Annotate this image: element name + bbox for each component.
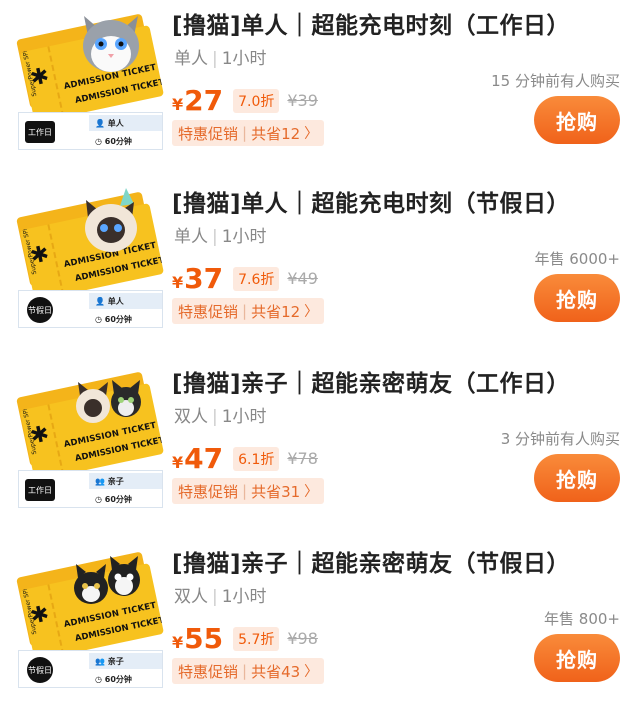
clock-icon: ◷ (95, 136, 102, 146)
social-proof: 年售 6000+ (534, 250, 620, 268)
two-cats-icon (76, 380, 141, 423)
discount-badge: 7.6折 (233, 267, 280, 291)
ticket-info-bar: 节假日 👤 单人 ◷ 60分钟 (18, 290, 163, 328)
product-spec: 单人 | 1小时 (174, 227, 267, 247)
ticket-type: 👥 亲子 (89, 653, 162, 669)
ticket-duration: ◷ 60分钟 (95, 674, 132, 684)
chevron-right-icon: 〉 (304, 304, 319, 320)
original-price: ¥98 (287, 629, 318, 648)
buy-button[interactable]: 抢购 (534, 634, 620, 682)
family-icon: 👥 (95, 656, 105, 666)
person-icon: 👤 (95, 296, 105, 306)
ticket-duration: ◷ 60分钟 (95, 314, 132, 324)
social-proof: 15 分钟前有人购买 (491, 72, 620, 90)
ticket-info-bar: 节假日 👥 亲子 ◷ 60分钟 (18, 650, 163, 688)
ticket-type: 👤 单人 (89, 293, 162, 309)
price: 37 (184, 262, 224, 295)
promo-badge[interactable]: 特惠促销 | 共省43 〉 (172, 658, 325, 684)
price-row: ¥ 55 5.7折 ¥98 (172, 622, 318, 655)
product-title[interactable]: [撸猫]单人｜超能充电时刻（工作日） (172, 6, 570, 40)
product-title[interactable]: [撸猫]亲子｜超能亲密萌友（工作日） (172, 364, 570, 398)
original-price: ¥39 (287, 91, 318, 110)
chevron-right-icon: 〉 (304, 126, 319, 142)
product-card[interactable]: ✱ SuperPower SPECKS ADMISSION TICKET ADM… (0, 538, 640, 702)
original-price: ¥78 (287, 449, 318, 468)
buy-button[interactable]: 抢购 (534, 96, 620, 144)
product-title[interactable]: [撸猫]亲子｜超能亲密萌友（节假日） (172, 544, 570, 578)
cat-party-hat-icon (85, 188, 137, 252)
promo-badge[interactable]: 特惠促销 | 共省31 〉 (172, 478, 325, 504)
discount-badge: 7.0折 (233, 89, 280, 113)
day-tag: 工作日 (25, 121, 55, 143)
product-title[interactable]: [撸猫]单人｜超能充电时刻（节假日） (172, 184, 570, 218)
social-proof: 3 分钟前有人购买 (500, 430, 620, 448)
discount-badge: 6.1折 (233, 447, 280, 471)
chevron-right-icon: 〉 (304, 664, 319, 680)
product-spec: 双人 | 1小时 (174, 407, 267, 427)
clock-icon: ◷ (95, 314, 102, 324)
buy-button[interactable]: 抢购 (534, 274, 620, 322)
product-spec: 双人 | 1小时 (174, 587, 267, 607)
price-row: ¥ 27 7.0折 ¥39 (172, 84, 318, 117)
ticket-info-bar: 工作日 👥 亲子 ◷ 60分钟 (18, 470, 163, 508)
chevron-right-icon: 〉 (304, 484, 319, 500)
two-tuxedo-cats-icon (74, 556, 140, 604)
price: 27 (184, 84, 224, 117)
ticket-duration: ◷ 60分钟 (95, 136, 132, 146)
family-icon: 👥 (95, 476, 105, 486)
product-card[interactable]: ✱ SuperPower SPECKS ADMISSION TICKET ADM… (0, 178, 640, 356)
product-card[interactable]: ✱ SuperPower SPECKS ADMISSION TICKET ADM… (0, 358, 640, 536)
discount-badge: 5.7折 (233, 627, 280, 651)
social-proof: 年售 800+ (544, 610, 620, 628)
buy-button[interactable]: 抢购 (534, 454, 620, 502)
ticket-type: 👥 亲子 (89, 473, 162, 489)
promo-badge[interactable]: 特惠促销 | 共省12 〉 (172, 120, 325, 146)
ticket-type: 👤 单人 (89, 115, 162, 131)
ticket-info-bar: 工作日 👤 单人 ◷ 60分钟 (18, 112, 163, 150)
product-thumbnail[interactable]: ✱ SuperPower SPECKS ADMISSION TICKET ADM… (16, 366, 165, 508)
person-icon: 👤 (95, 118, 105, 128)
original-price: ¥49 (287, 269, 318, 288)
price-row: ¥ 47 6.1折 ¥78 (172, 442, 318, 475)
clock-icon: ◷ (95, 494, 102, 504)
day-tag: 工作日 (25, 479, 55, 501)
product-thumbnail[interactable]: ✱ SuperPower SPECKS ADMISSION TICKET ADM… (16, 186, 165, 328)
ticket-duration: ◷ 60分钟 (95, 494, 132, 504)
product-thumbnail[interactable]: ✱ SuperPower SPECKS ADMISSION TICKET ADM… (16, 546, 165, 688)
clock-icon: ◷ (95, 674, 102, 684)
product-thumbnail[interactable]: ✱ SuperPower SPECKS ADMISSION TICKET ADM… (16, 8, 165, 150)
price-row: ¥ 37 7.6折 ¥49 (172, 262, 318, 295)
price: 55 (184, 622, 224, 655)
day-tag: 节假日 (27, 657, 53, 683)
product-spec: 单人 | 1小时 (174, 49, 267, 69)
product-card[interactable]: ✱ SuperPower SPECKS ADMISSION TICKET ADM… (0, 0, 640, 178)
cat-blue-eyes-icon (83, 16, 139, 72)
promo-badge[interactable]: 特惠促销 | 共省12 〉 (172, 298, 325, 324)
day-tag: 节假日 (27, 297, 53, 323)
price: 47 (184, 442, 224, 475)
